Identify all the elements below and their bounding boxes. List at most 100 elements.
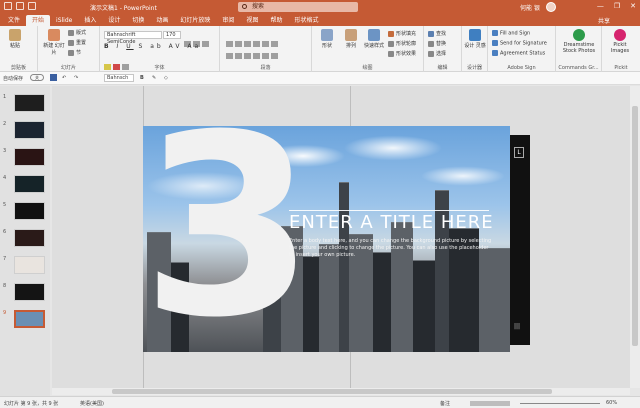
- tab-islide[interactable]: iSlide: [50, 15, 78, 26]
- new-slide-button[interactable]: 新建 幻灯片: [42, 29, 66, 56]
- autosave-label: 自动保存: [3, 76, 24, 82]
- language-indicator[interactable]: 英语(美国): [80, 400, 104, 407]
- shape-icon[interactable]: ◇: [164, 75, 168, 81]
- title-rule: [289, 210, 489, 211]
- share-button[interactable]: 共享: [598, 16, 610, 25]
- shape-outline-button[interactable]: 形状轮廓: [388, 40, 416, 47]
- slide-title[interactable]: ENTER A TITLE HERE: [289, 212, 494, 233]
- shape-effects-button[interactable]: 形状效果: [388, 50, 416, 57]
- layout-icon: [68, 29, 74, 36]
- slide-thumbnail-5[interactable]: [14, 202, 45, 220]
- tab-animations[interactable]: 动画: [150, 15, 174, 26]
- slide-editing-canvas[interactable]: 3 ENTER A TITLE HERE Enter a body text h…: [52, 86, 630, 388]
- search-input[interactable]: 搜索: [238, 2, 358, 12]
- fill-and-sign-button[interactable]: Fill and Sign: [492, 30, 530, 37]
- send-signature-button[interactable]: Send for Signature: [492, 40, 547, 47]
- tab-transitions[interactable]: 切换: [126, 15, 150, 26]
- slide-thumbnail-2[interactable]: [14, 121, 45, 139]
- vertical-scrollbar[interactable]: [630, 86, 640, 388]
- section-button[interactable]: 节: [68, 49, 81, 56]
- font-size-field[interactable]: 170: [163, 31, 181, 39]
- save-icon[interactable]: [4, 2, 12, 10]
- tab-insert[interactable]: 插入: [78, 15, 102, 26]
- replace-button[interactable]: 替换: [428, 40, 446, 47]
- arrange-icon: [345, 29, 357, 41]
- design-ideas-button[interactable]: 设计 灵感: [464, 29, 486, 49]
- undo-icon[interactable]: ↶: [62, 75, 66, 81]
- group-label-editing: 编辑: [437, 65, 448, 71]
- align-buttons[interactable]: [226, 44, 280, 63]
- search-placeholder: 搜索: [252, 3, 265, 10]
- slide-thumbnail-9[interactable]: [14, 310, 45, 328]
- slide-thumbnail-6[interactable]: [14, 229, 45, 247]
- thumb-number: 2: [3, 121, 7, 127]
- notes-button[interactable]: 备注: [440, 400, 450, 407]
- tab-help[interactable]: 帮助: [264, 15, 288, 26]
- select-button[interactable]: 选择: [428, 50, 446, 57]
- tab-review[interactable]: 审阅: [216, 15, 240, 26]
- tab-design[interactable]: 设计: [102, 15, 126, 26]
- send-icon: [492, 40, 498, 46]
- format-painter-icon[interactable]: ✎: [152, 75, 156, 81]
- tab-shape-format[interactable]: 形状格式: [288, 15, 324, 26]
- zoom-level[interactable]: 60%: [606, 400, 617, 406]
- undo-icon[interactable]: [16, 2, 24, 10]
- arrange-button[interactable]: 排列: [340, 29, 362, 49]
- minimize-button[interactable]: —: [597, 2, 604, 10]
- group-label-slides: 幻灯片: [60, 65, 76, 71]
- find-button[interactable]: 查找: [428, 30, 446, 37]
- reset-button[interactable]: 重置: [68, 39, 86, 46]
- tab-home[interactable]: 开始: [26, 15, 51, 26]
- quick-styles-button[interactable]: 快速样式: [362, 29, 386, 49]
- empire-state-building: [339, 182, 349, 352]
- replace-icon: [428, 40, 434, 47]
- slide-thumbnail-7[interactable]: [14, 256, 45, 274]
- scroll-thumb[interactable]: [112, 389, 552, 394]
- paste-button[interactable]: 粘贴: [4, 29, 26, 49]
- side-panel[interactable]: L |||: [510, 135, 530, 345]
- tab-view[interactable]: 视图: [240, 15, 264, 26]
- avatar[interactable]: [546, 2, 556, 12]
- slide-thumbnail-1[interactable]: [14, 94, 45, 112]
- group-label-font: 字体: [154, 65, 165, 71]
- scroll-thumb[interactable]: [632, 106, 638, 346]
- pickit-button[interactable]: Pickit Images: [606, 29, 634, 54]
- search-icon: [242, 4, 247, 9]
- slide-big-number[interactable]: 3: [143, 126, 315, 352]
- autosave-toggle[interactable]: 关: [30, 74, 44, 81]
- redo-icon[interactable]: [28, 2, 36, 10]
- format-buttons[interactable]: B I U S ab AV Aa: [104, 43, 201, 50]
- slide-thumbnail-3[interactable]: [14, 148, 45, 166]
- view-buttons[interactable]: [470, 401, 510, 406]
- tab-slideshow[interactable]: 幻灯片放映: [174, 15, 216, 26]
- font-name-field[interactable]: Bahnschrift SemiConde: [104, 31, 162, 45]
- slide-thumbnail-8[interactable]: [14, 283, 45, 301]
- tab-file[interactable]: 文件: [2, 15, 26, 26]
- slide-thumbnail-4[interactable]: [14, 175, 45, 193]
- redo-icon[interactable]: ↷: [74, 75, 78, 81]
- ribbon-tabs: 文件 开始 iSlide 插入 设计 切换 动画 幻灯片放映 审阅 视图 帮助 …: [0, 14, 640, 26]
- slide-counter: 幻灯片 第 9 张，共 9 张: [4, 401, 59, 407]
- group-clipboard: 粘贴 剪贴板: [0, 26, 38, 72]
- save-icon[interactable]: [50, 74, 57, 81]
- layout-button[interactable]: 版式: [68, 29, 86, 36]
- section-icon: [68, 49, 74, 56]
- horizontal-scrollbar[interactable]: [52, 388, 630, 395]
- font-mini-field[interactable]: Bahnsch: [104, 74, 134, 82]
- group-paragraph: 段落: [220, 26, 312, 72]
- bold-icon[interactable]: B: [140, 75, 144, 81]
- thumb-number: 6: [3, 229, 7, 235]
- clipboard-icon: [9, 29, 21, 41]
- slide-body-text[interactable]: Enter a body text here, and you can chan…: [289, 238, 494, 259]
- zoom-slider[interactable]: [520, 403, 600, 404]
- user-name[interactable]: 何能 银: [520, 3, 540, 12]
- close-button[interactable]: ✕: [630, 2, 636, 10]
- group-commands: Dreamstime Stock Photos Commands Gr...: [556, 26, 602, 72]
- slide[interactable]: 3 ENTER A TITLE HERE Enter a body text h…: [143, 126, 510, 352]
- shape-fill-button[interactable]: 形状填充: [388, 30, 416, 37]
- powerpoint-window: 演示文稿1 - PowerPoint 搜索 何能 银 — ❐ ✕ 文件 开始 i…: [0, 0, 640, 408]
- dreamstime-button[interactable]: Dreamstime Stock Photos: [558, 29, 600, 54]
- restore-button[interactable]: ❐: [614, 2, 620, 10]
- shapes-button[interactable]: 形状: [316, 29, 338, 49]
- agreement-status-button[interactable]: Agreement Status: [492, 50, 545, 57]
